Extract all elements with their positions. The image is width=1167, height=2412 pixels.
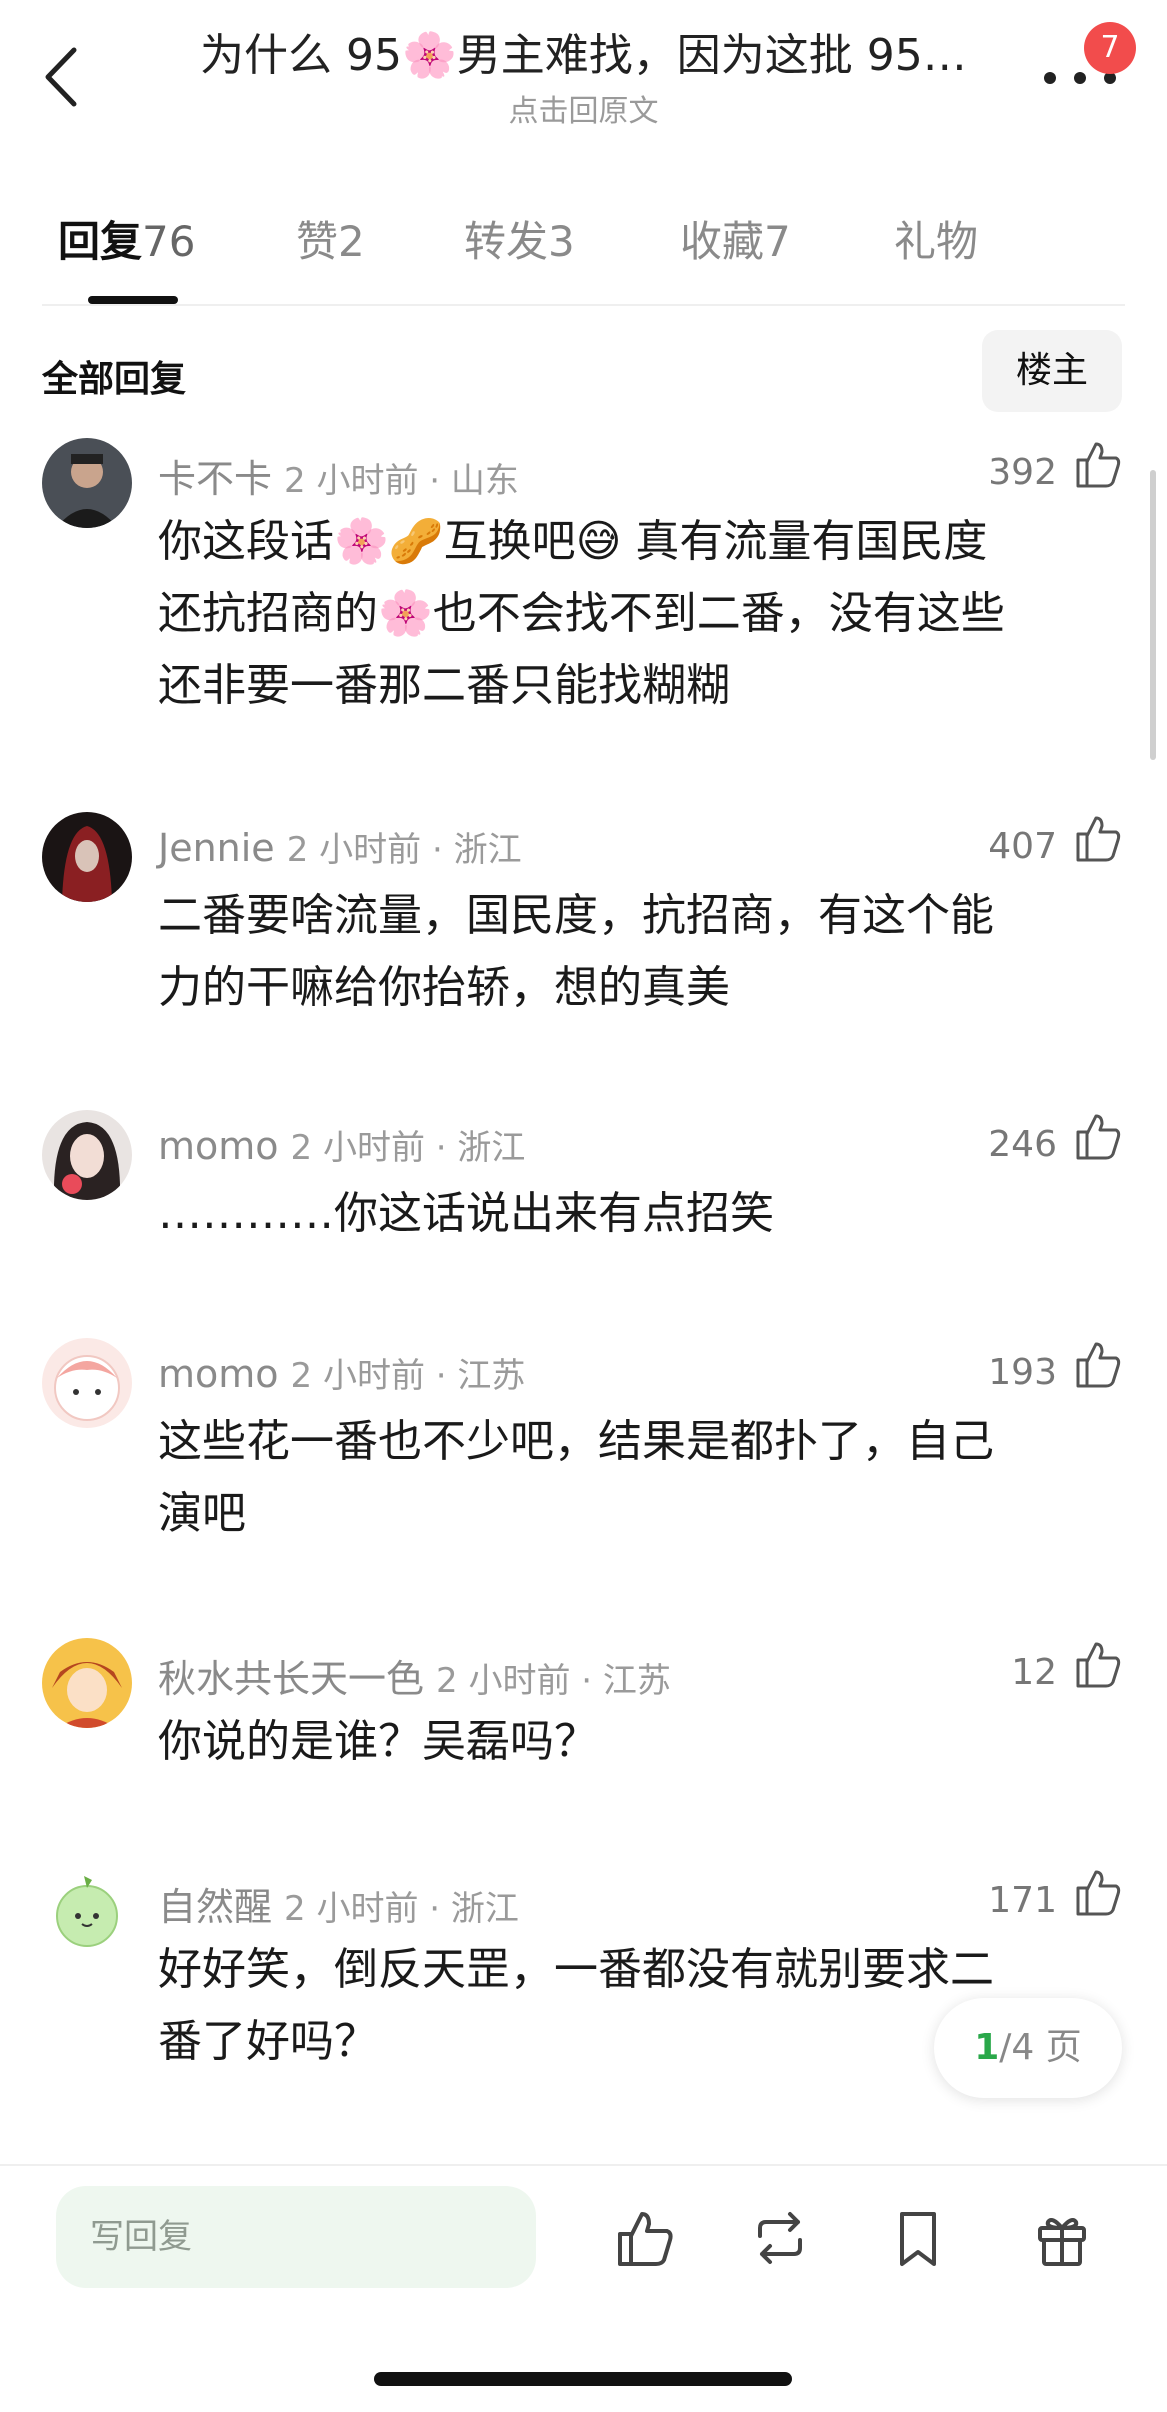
tab-label: 收藏 [680, 217, 765, 266]
reply-input[interactable]: 写回复 [56, 2186, 536, 2288]
username[interactable]: 自然醒 [158, 1885, 272, 1929]
tab-count: 7 [764, 217, 791, 266]
comment-text: 二番要啥流量，国民度，抗招商，有这个能 力的干嘛给你抬轿，想的真美 [158, 880, 1098, 1024]
like-count: 392 [988, 452, 1057, 493]
username[interactable]: Jennie [158, 826, 275, 870]
comment-line: 二番要啥流量，国民度，抗招商，有这个能 [158, 890, 994, 941]
comment-item[interactable]: momo 2 小时前 · 浙江 246 …………你这话说出来有点招笑 [0, 1110, 1167, 1260]
thumbs-up-icon[interactable] [1072, 1638, 1124, 1690]
like-count: 171 [988, 1880, 1057, 1921]
tab-count: 3 [548, 217, 575, 266]
divider [42, 304, 1125, 306]
comment-line: 你说的是谁？吴磊吗？ [158, 1716, 598, 1767]
avatar[interactable] [42, 1866, 132, 1956]
divider [0, 2164, 1167, 2166]
post-title[interactable]: 为什么 95🌸男主难找，因为这批 95… [200, 28, 970, 84]
repost-icon[interactable] [748, 2206, 812, 2270]
notification-badge: 7 [1084, 22, 1136, 74]
comment-item[interactable]: Jennie 2 小时前 · 浙江 407 二番要啥流量，国民度，抗招商，有这个能… [0, 812, 1167, 1032]
home-indicator[interactable] [374, 2372, 792, 2386]
tab-label: 礼物 [894, 217, 979, 266]
current-page: 1 [974, 2027, 1000, 2068]
comment-line: 好好笑，倒反天罡，一番都没有就别要求二 [158, 1944, 994, 1995]
username[interactable]: momo [158, 1352, 279, 1396]
comment-line: 你这段话🌸🥜互换吧😅 真有流量有国民度 [158, 516, 988, 567]
section-title: 全部回复 [42, 359, 187, 400]
thumbs-up-icon[interactable] [1072, 812, 1124, 864]
total-pages: /4 页 [999, 2027, 1082, 2068]
like-count: 407 [988, 826, 1057, 867]
comment-line: 这些花一番也不少吧，结果是都扑了，自己 [158, 1416, 994, 1467]
comment-line: 力的干嘛给你抬轿，想的真美 [158, 962, 730, 1013]
gift-icon[interactable] [1030, 2206, 1094, 2270]
page-indicator[interactable]: 1/4 页 [934, 1998, 1122, 2098]
thumbs-up-icon[interactable] [1072, 1866, 1124, 1918]
avatar[interactable] [42, 1338, 132, 1428]
tab-count: 2 [338, 217, 365, 266]
comment-line: 还抗招商的🌸也不会找不到二番，没有这些 [158, 588, 1005, 639]
avatar[interactable] [42, 438, 132, 528]
comment-meta: 2 小时前 · 江苏 [290, 1356, 526, 1396]
active-tab-indicator [88, 296, 178, 304]
top-bar: 为什么 95🌸男主难找，因为这批 95… 点击回原文 7 [0, 0, 1167, 150]
comment-text: 你这段话🌸🥜互换吧😅 真有流量有国民度 还抗招商的🌸也不会找不到二番，没有这些 … [158, 506, 1098, 722]
tab-label: 赞 [296, 217, 339, 266]
comment-line: 还非要一番那二番只能找糊糊 [158, 660, 730, 711]
comment-meta: 2 小时前 · 浙江 [284, 1889, 519, 1929]
comment-item[interactable]: 秋水共长天一色 2 小时前 · 江苏 12 你说的是谁？吴磊吗？ [0, 1638, 1167, 1788]
comment-meta: 2 小时前 · 浙江 [286, 830, 522, 870]
tab-count: 76 [142, 217, 196, 266]
thumbs-up-icon[interactable] [1072, 1338, 1124, 1390]
like-count: 246 [988, 1124, 1057, 1165]
username[interactable]: 卡不卡 [158, 457, 272, 501]
username[interactable]: 秋水共长天一色 [158, 1657, 424, 1701]
comment-text: 这些花一番也不少吧，结果是都扑了，自己 演吧 [158, 1406, 1098, 1550]
op-only-filter-button[interactable]: 楼主 [982, 330, 1122, 412]
like-count: 12 [1011, 1652, 1057, 1693]
bookmark-icon[interactable] [886, 2206, 950, 2270]
comment-meta: 2 小时前 · 山东 [284, 461, 519, 501]
thumbs-up-icon[interactable] [1072, 438, 1124, 490]
tab-label: 回复 [58, 217, 143, 266]
like-count: 193 [988, 1352, 1057, 1393]
avatar[interactable] [42, 1638, 132, 1728]
tab-label: 转发 [464, 217, 549, 266]
avatar[interactable] [42, 812, 132, 902]
thumbs-up-icon[interactable] [1072, 1110, 1124, 1162]
comment-meta: 2 小时前 · 江苏 [436, 1661, 671, 1701]
tab-likes[interactable]: 赞2 [296, 208, 365, 269]
comment-text: 你说的是谁？吴磊吗？ [158, 1706, 1098, 1778]
tab-replies[interactable]: 回复76 [58, 208, 195, 269]
comment-item[interactable]: momo 2 小时前 · 江苏 193 这些花一番也不少吧，结果是都扑了，自己 演… [0, 1338, 1167, 1558]
comment-line: …………你这话说出来有点招笑 [158, 1188, 774, 1239]
comment-meta: 2 小时前 · 浙江 [290, 1128, 526, 1168]
comment-item[interactable]: 卡不卡 2 小时前 · 山东 392 你这段话🌸🥜互换吧😅 真有流量有国民度 还抗… [0, 438, 1167, 738]
back-to-original-link[interactable]: 点击回原文 [0, 86, 1167, 130]
username[interactable]: momo [158, 1124, 279, 1168]
comment-text: …………你这话说出来有点招笑 [158, 1178, 1098, 1250]
comment-line: 演吧 [158, 1488, 246, 1539]
tab-reposts[interactable]: 转发3 [464, 208, 575, 269]
tab-favorites[interactable]: 收藏7 [680, 208, 791, 269]
avatar[interactable] [42, 1110, 132, 1200]
like-icon[interactable] [612, 2206, 676, 2270]
tab-gifts[interactable]: 礼物 [894, 208, 978, 269]
